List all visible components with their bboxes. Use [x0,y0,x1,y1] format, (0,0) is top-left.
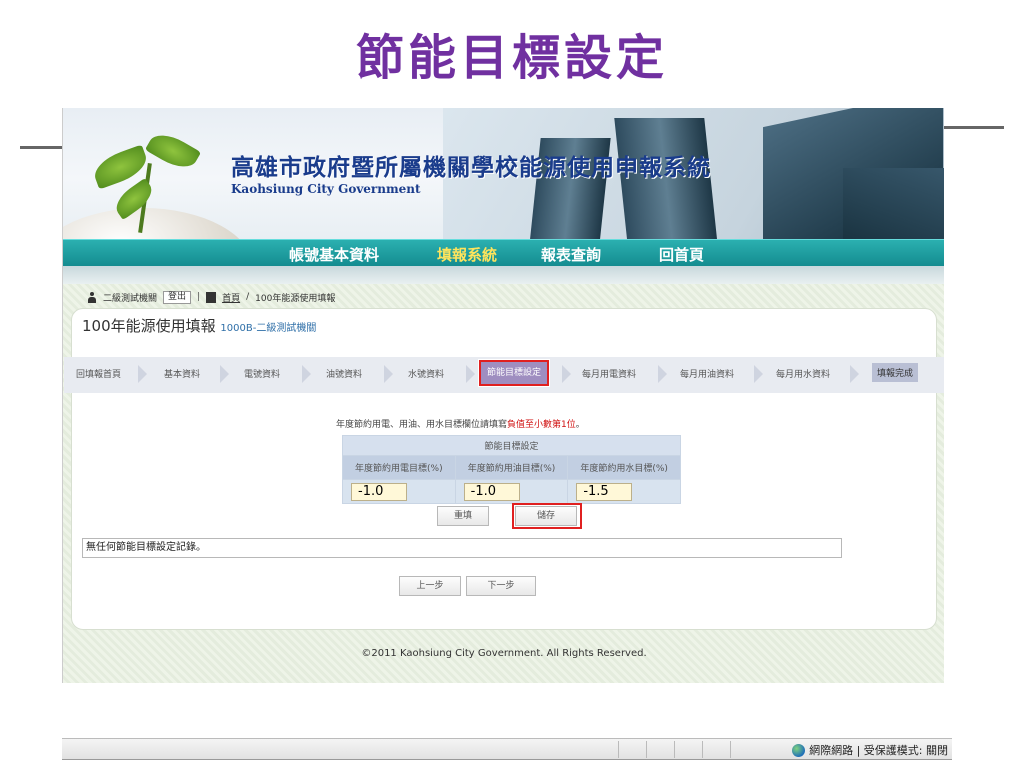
chevron-right-icon [658,365,667,383]
leaf-icon [144,127,202,175]
chevron-right-icon [850,365,859,383]
main-navbar: 帳號基本資料 填報系統 報表查詢 回首頁 [63,239,944,266]
column-header: 年度節約用電目標(%) [342,455,456,480]
user-bar: 二級測試機關 登出 | 首頁 / 100年能源使用填報 [87,288,335,306]
nav-report-query[interactable]: 報表查詢 [541,244,601,265]
instruction-text: 年度節約用電、用油、用水目標欄位請填寫負值至小數第1位。 [336,420,585,430]
home-icon [206,291,217,303]
chevron-right-icon [384,365,393,383]
oil-target-input[interactable]: -1.0 [463,482,520,501]
next-step-button[interactable]: 下一步 [466,576,536,596]
chevron-right-icon [220,365,229,383]
breadcrumb-separator: / [246,292,250,302]
chevron-right-icon [562,365,571,383]
decorative-line-right [940,126,1004,129]
chevron-right-icon [466,365,475,383]
previous-step-button[interactable]: 上一步 [399,576,461,596]
record-list: 無任何節能目標設定記錄。 [82,538,842,558]
instruction-highlight: 負值至小數第1位 [507,420,576,430]
org-name: 1000B-二級測試機關 [220,323,317,334]
site-banner: 高雄市政府暨所屬機關學校能源使用申報系統 Kaohsiung City Gove… [63,108,944,284]
browser-status-bar: 網際網路 | 受保護模式: 關閉 [62,738,952,760]
divider: | [197,292,201,302]
page-title-text: 100年能源使用填報 [82,317,216,335]
security-zone-text: 網際網路 | 受保護模式: 關閉 [809,744,948,757]
water-target-input[interactable]: -1.5 [576,482,633,501]
power-target-input[interactable]: -1.0 [351,482,407,501]
nav-account-info[interactable]: 帳號基本資料 [289,244,379,265]
nav-home[interactable]: 回首頁 [659,244,704,265]
step-complete[interactable]: 填報完成 [872,363,919,382]
breadcrumb-current: 100年能源使用填報 [255,293,336,304]
site-title: 高雄市政府暨所屬機關學校能源使用申報系統 [231,155,711,181]
step-back-home[interactable]: 回填報首頁 [76,367,121,380]
globe-icon [792,743,806,757]
step-power-account[interactable]: 電號資料 [244,367,280,380]
column-header: 年度節約用水目標(%) [567,455,681,480]
step-monthly-oil[interactable]: 每月用油資料 [680,367,734,380]
chevron-right-icon [138,365,147,383]
footer-copyright: ©2011 Kaohsiung City Government. All Rig… [361,648,647,659]
step-wizard: 回填報首頁 基本資料 電號資料 油號資料 水號資料 節能目標設定 每月用電資料 … [64,357,944,393]
user-name: 二級測試機關 [103,293,158,304]
column-header: 年度節約用油目標(%) [454,455,569,480]
energy-target-table: 節能目標設定 年度節約用電目標(%) 年度節約用油目標(%) 年度節約用水目標(… [342,435,681,504]
chevron-right-icon [754,365,763,383]
step-monthly-water[interactable]: 每月用水資料 [776,367,830,380]
step-energy-target[interactable]: 節能目標設定 [477,359,551,387]
table-caption: 節能目標設定 [342,435,681,456]
decorative-line-left [20,146,62,149]
chevron-right-icon [302,365,311,383]
logout-button[interactable]: 登出 [163,290,192,304]
site-subtitle: Kaohsiung City Government [231,182,421,196]
save-button[interactable]: 儲存 [515,506,577,526]
slide-title: 節能目標設定 [355,30,668,86]
user-icon [87,291,97,303]
reset-button[interactable]: 重填 [437,506,489,526]
step-basic-info[interactable]: 基本資料 [164,367,200,380]
nav-report-system[interactable]: 填報系統 [437,244,497,265]
breadcrumb-home-link[interactable]: 首頁 [222,291,240,304]
step-water-account[interactable]: 水號資料 [408,367,444,380]
browser-window: 高雄市政府暨所屬機關學校能源使用申報系統 Kaohsiung City Gove… [62,108,944,683]
step-monthly-power[interactable]: 每月用電資料 [582,367,636,380]
step-oil-account[interactable]: 油號資料 [326,367,362,380]
page-title: 100年能源使用填報 1000B-二級測試機關 [82,315,316,336]
